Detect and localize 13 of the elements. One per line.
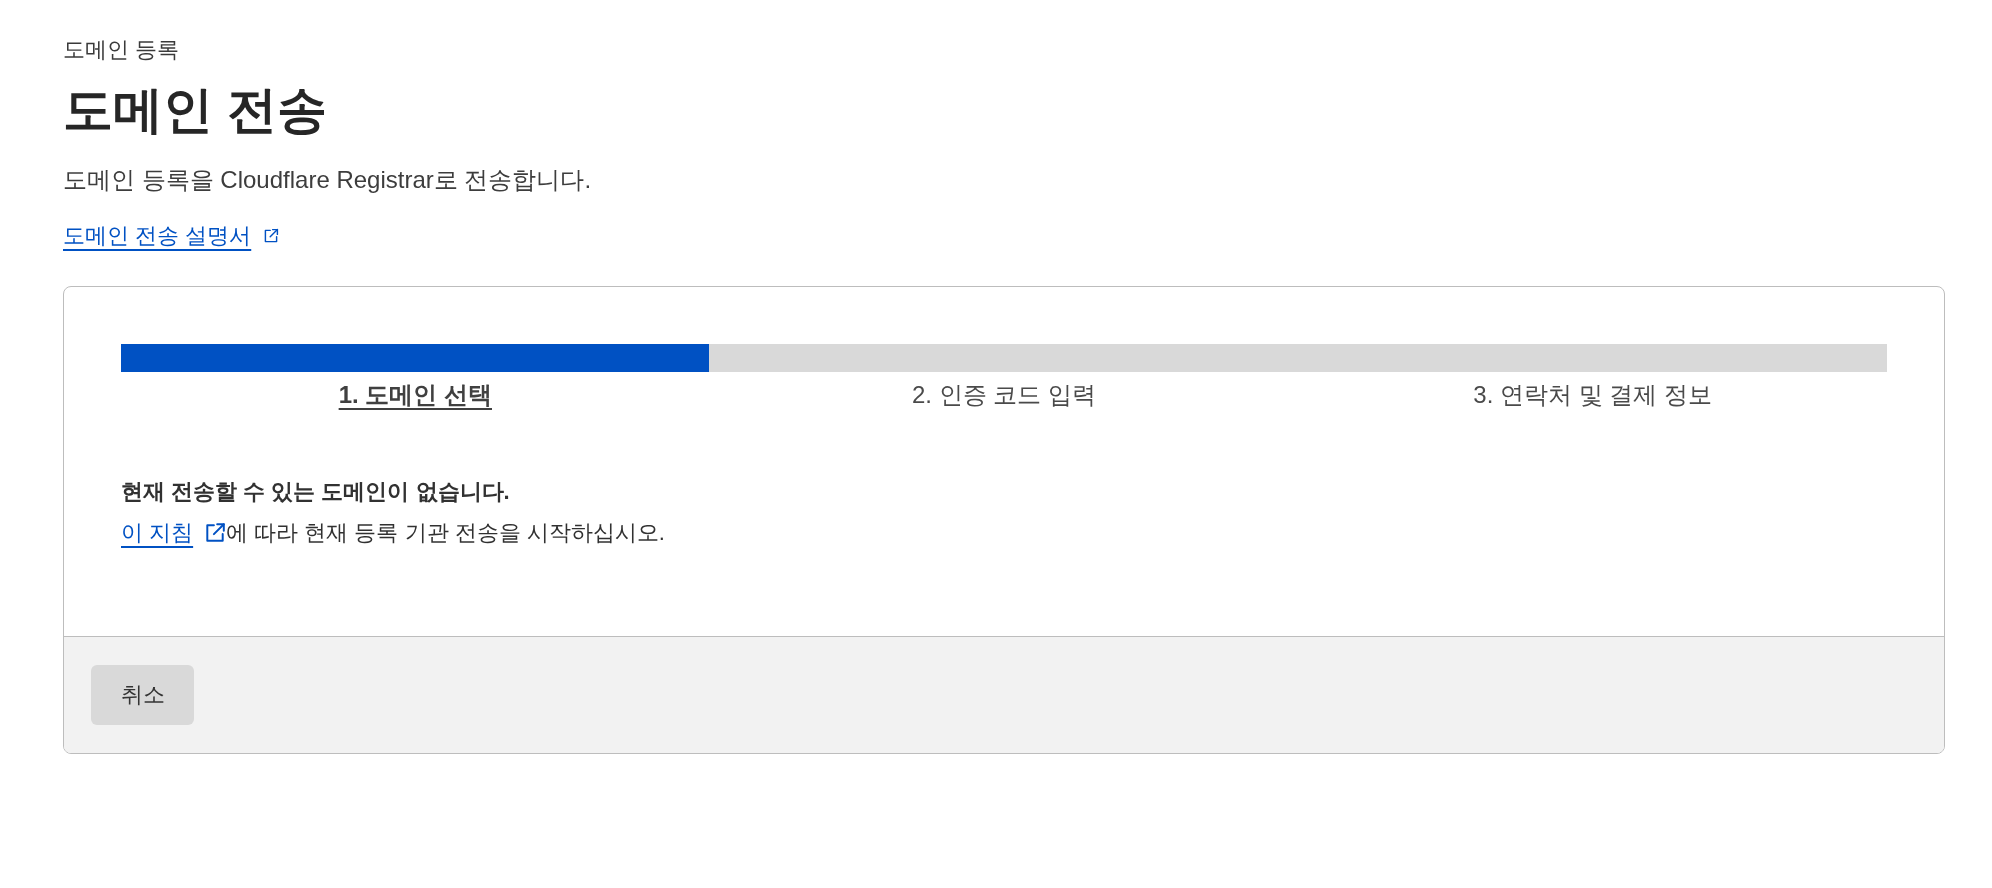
step-label: 2. 인증 코드 입력 bbox=[911, 380, 1096, 410]
instructions-link[interactable]: 이 지침 bbox=[121, 518, 227, 548]
cancel-button[interactable]: 취소 bbox=[91, 665, 194, 725]
step-label: 3. 연락처 및 결제 정보 bbox=[1473, 380, 1712, 410]
instruction-text: 이 지침 에 따라 현재 등록 기관 전송을 시작하십시오. bbox=[121, 518, 665, 548]
guide-link[interactable]: 도메인 전송 설명서 bbox=[63, 221, 280, 251]
page-description: 도메인 등록을 Cloudflare Registrar로 전송합니다. bbox=[63, 165, 592, 195]
empty-message-heading: 현재 전송할 수 있는 도메인이 없습니다. bbox=[121, 478, 510, 506]
step-label: 1. 도메인 선택 bbox=[338, 380, 492, 410]
external-link-icon bbox=[204, 522, 227, 544]
external-link-icon bbox=[263, 228, 280, 244]
page-title: 도메인 전송 bbox=[63, 81, 327, 140]
breadcrumb: 도메인 등록 bbox=[63, 36, 180, 64]
